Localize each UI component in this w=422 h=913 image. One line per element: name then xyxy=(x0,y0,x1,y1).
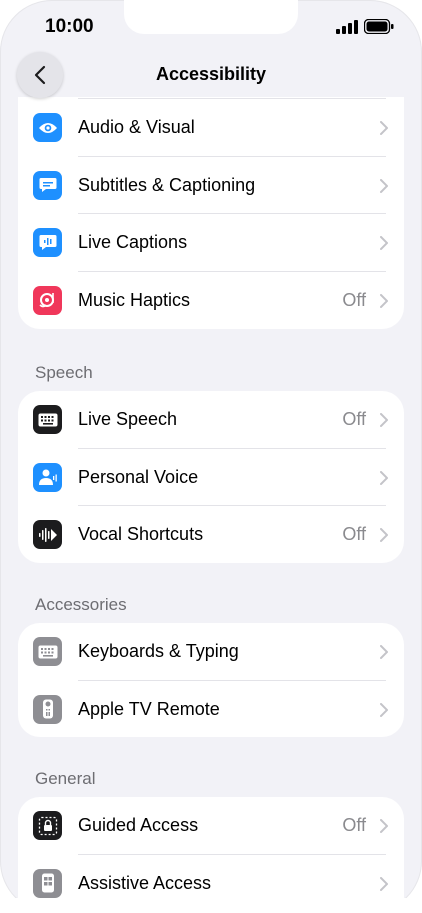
battery-icon xyxy=(364,19,394,34)
status-bar: 10:00 xyxy=(0,0,422,50)
chevron-right-icon xyxy=(380,236,388,250)
screen-bottom-edge xyxy=(0,898,422,913)
row-live-speech[interactable]: Live Speech Off xyxy=(18,391,404,449)
group-display: Audio & Visual Subtitles & Captioning Li… xyxy=(18,97,404,329)
chevron-right-icon xyxy=(380,876,388,891)
personal-voice-icon xyxy=(33,462,62,492)
remote-icon xyxy=(33,694,62,724)
section-header-accessories: Accessories xyxy=(35,595,127,614)
keyboard-icon xyxy=(33,637,62,666)
group-accessories: Keyboards & Typing Apple TV Remote xyxy=(18,623,404,737)
music-haptics-icon xyxy=(33,285,62,315)
row-label: Personal Voice xyxy=(78,466,199,487)
chevron-right-icon xyxy=(380,293,388,308)
subtitles-icon xyxy=(33,170,62,200)
row-value: Off xyxy=(342,409,366,429)
row-value: Off xyxy=(342,815,366,835)
chevron-right-icon xyxy=(380,470,388,485)
group-general: Guided Access Off Assistive Access xyxy=(18,797,404,913)
assistive-access-icon xyxy=(33,868,62,898)
row-value: Off xyxy=(342,289,366,310)
phone-screen: 10:00 Audio & Visual Subtitles & Caption… xyxy=(0,0,422,913)
chevron-right-icon xyxy=(380,121,388,135)
section-header-speech: Speech xyxy=(35,363,93,382)
chevron-right-icon xyxy=(380,645,388,659)
row-keyboards-typing[interactable]: Keyboards & Typing xyxy=(18,623,404,681)
back-button[interactable] xyxy=(17,52,63,98)
section-header-general: General xyxy=(35,769,96,788)
row-subtitles-captioning[interactable]: Subtitles & Captioning xyxy=(18,157,404,214)
group-speech: Live Speech Off Personal Voice Vocal Sho… xyxy=(18,391,404,563)
row-label: Guided Access xyxy=(78,815,199,835)
audio-visual-icon xyxy=(33,113,62,142)
chevron-right-icon xyxy=(380,528,388,542)
chevron-right-icon xyxy=(380,702,388,717)
status-time: 10:00 xyxy=(45,16,94,37)
chevron-left-icon xyxy=(34,65,46,85)
chevron-right-icon xyxy=(380,819,388,833)
row-label: Apple TV Remote xyxy=(78,698,220,719)
live-captions-icon xyxy=(33,228,62,257)
page-title: Accessibility xyxy=(155,64,267,84)
keyboard-icon xyxy=(33,405,62,434)
row-music-haptics[interactable]: Music Haptics Off xyxy=(18,272,404,330)
row-label: Keyboards & Typing xyxy=(78,641,239,661)
row-label: Live Speech xyxy=(78,409,178,429)
row-personal-voice[interactable]: Personal Voice xyxy=(18,449,404,506)
row-apple-tv-remote[interactable]: Apple TV Remote xyxy=(18,681,404,738)
row-label: Assistive Access xyxy=(78,872,212,893)
dynamic-island xyxy=(124,0,298,34)
cellular-signal-icon xyxy=(336,20,358,34)
row-guided-access[interactable]: Guided Access Off xyxy=(18,797,404,855)
waveform-icon xyxy=(33,520,62,549)
row-label: Vocal Shortcuts xyxy=(78,524,204,544)
row-label: Subtitles & Captioning xyxy=(78,174,256,195)
row-label: Music Haptics xyxy=(78,289,191,310)
settings-list[interactable]: Audio & Visual Subtitles & Captioning Li… xyxy=(0,97,422,913)
lock-icon xyxy=(33,811,62,840)
row-audio-visual[interactable]: Audio & Visual xyxy=(18,99,404,157)
row-label: Audio & Visual xyxy=(78,117,195,137)
chevron-right-icon xyxy=(380,178,388,193)
chevron-right-icon xyxy=(380,413,388,427)
row-value: Off xyxy=(342,524,366,544)
row-label: Live Captions xyxy=(78,232,188,252)
row-vocal-shortcuts[interactable]: Vocal Shortcuts Off xyxy=(18,506,404,563)
row-live-captions[interactable]: Live Captions xyxy=(18,214,404,272)
